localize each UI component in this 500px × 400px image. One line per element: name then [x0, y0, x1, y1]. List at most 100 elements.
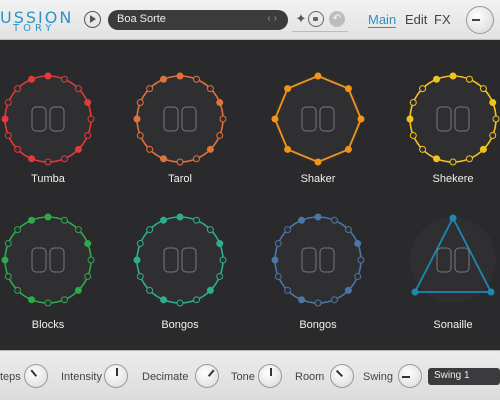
step-dot	[274, 240, 282, 248]
step-dot	[4, 272, 12, 280]
step-dot	[44, 213, 52, 221]
control-bar: teps Intensity Decimate Tone Room Swing …	[0, 350, 500, 400]
step-dot	[14, 85, 22, 93]
play-button[interactable]	[84, 11, 101, 28]
step-dot	[4, 240, 12, 248]
step-dot	[136, 240, 144, 248]
step-dot	[344, 145, 352, 153]
step-dot	[216, 240, 224, 248]
step-dot	[192, 296, 200, 304]
step-dot	[284, 145, 292, 153]
step-dot	[160, 296, 168, 304]
undo-icon[interactable]: ↶	[329, 11, 345, 27]
step-dot	[284, 85, 292, 93]
instrument-label: Shekere	[432, 173, 474, 185]
step-dot	[216, 272, 224, 280]
instrument-label: Blocks	[31, 319, 65, 331]
step-dot	[160, 216, 168, 224]
preset-arrows-icon[interactable]: ‹›	[267, 13, 280, 24]
step-dot	[219, 115, 227, 123]
step-dot	[4, 99, 12, 107]
step-dot	[60, 216, 68, 224]
step-dot	[206, 145, 214, 153]
step-dot	[176, 213, 184, 221]
step-dot	[330, 296, 338, 304]
step-dot	[409, 99, 417, 107]
intensity-knob[interactable]	[104, 364, 128, 388]
tab-main[interactable]: Main	[368, 12, 397, 28]
step-dot	[219, 256, 227, 264]
header-bar: USSION TORY Boa Sorte ‹› ✦ ↶ Main Edit F…	[0, 0, 500, 40]
step-dot	[489, 131, 497, 139]
instrument-label: Sonaille	[433, 319, 473, 331]
step-dot	[271, 256, 279, 264]
step-dot	[433, 155, 441, 163]
instrument-label: Tarol	[168, 173, 192, 185]
preset-name: Boa Sorte	[117, 13, 166, 25]
room-knob[interactable]	[330, 364, 354, 388]
step-dot	[344, 85, 352, 93]
instrument-pattern	[410, 214, 496, 303]
step-dot	[192, 216, 200, 224]
steps-knob[interactable]	[24, 364, 48, 388]
step-dot	[419, 85, 427, 93]
step-dot	[176, 72, 184, 80]
step-dot	[489, 99, 497, 107]
step-dot	[216, 99, 224, 107]
tone-knob[interactable]	[258, 364, 282, 388]
step-dot	[84, 240, 92, 248]
step-dot	[206, 286, 214, 294]
tab-fx[interactable]: FX	[434, 12, 451, 27]
instrument-tumba-0[interactable]	[0, 69, 98, 169]
step-dot	[479, 145, 487, 153]
step-dot	[206, 226, 214, 234]
step-dot	[28, 216, 36, 224]
instrument-label: Bongos	[161, 319, 199, 331]
step-dot	[133, 115, 141, 123]
step-dot	[487, 288, 495, 296]
step-dot	[176, 158, 184, 166]
step-dot	[60, 296, 68, 304]
step-dot	[206, 85, 214, 93]
step-dot	[146, 226, 154, 234]
instrument-tarol-1[interactable]	[130, 69, 230, 169]
instrument-bongos-5[interactable]	[130, 210, 230, 310]
master-volume-knob[interactable]	[466, 6, 494, 34]
step-dot	[28, 155, 36, 163]
steps-label: teps	[0, 371, 21, 383]
preset-selector[interactable]: Boa Sorte ‹›	[108, 10, 288, 30]
step-dot	[146, 286, 154, 294]
step-dot	[14, 286, 22, 294]
step-dot	[28, 296, 36, 304]
tab-edit[interactable]: Edit	[405, 12, 427, 27]
step-dot	[357, 256, 365, 264]
step-dot	[14, 226, 22, 234]
instrument-shaker-2[interactable]	[268, 69, 368, 169]
decimate-knob[interactable]	[195, 364, 219, 388]
instrument-pattern	[133, 213, 227, 307]
lock-icon[interactable]	[308, 11, 324, 27]
step-dot	[449, 158, 457, 166]
instrument-pattern	[1, 72, 95, 166]
step-dot	[465, 75, 473, 83]
swing-knob[interactable]	[398, 364, 422, 388]
step-dot	[419, 145, 427, 153]
instrument-sonaille-7[interactable]	[403, 210, 500, 310]
step-dot	[298, 216, 306, 224]
instrument-blocks-4[interactable]	[0, 210, 98, 310]
intensity-label: Intensity	[61, 371, 102, 383]
swing-select[interactable]: Swing 1	[428, 368, 500, 385]
step-dot	[74, 145, 82, 153]
instrument-shekere-3[interactable]	[403, 69, 500, 169]
room-label: Room	[295, 371, 325, 383]
instrument-bongos-6[interactable]	[268, 210, 368, 310]
step-dot	[344, 286, 352, 294]
step-dot	[87, 256, 95, 264]
decimate-label: Decimate	[142, 371, 189, 383]
step-dot	[146, 85, 154, 93]
step-dot	[84, 131, 92, 139]
step-dot	[4, 131, 12, 139]
step-dot	[330, 216, 338, 224]
step-dot	[192, 155, 200, 163]
step-dot	[216, 131, 224, 139]
